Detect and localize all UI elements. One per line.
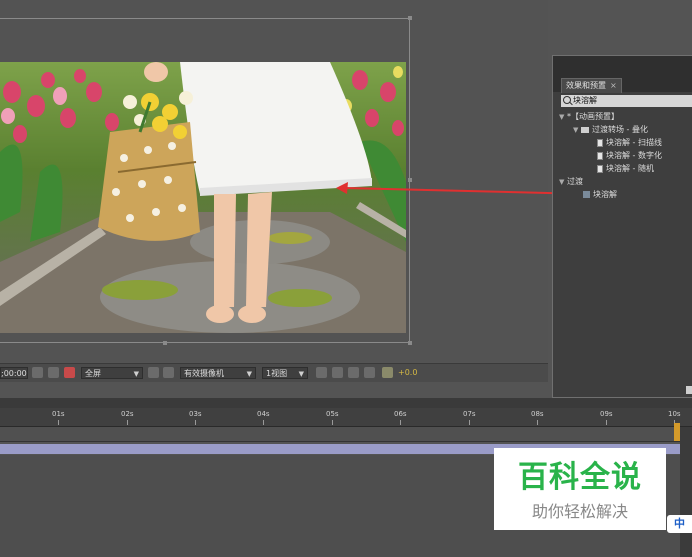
composition-viewer[interactable] xyxy=(0,0,589,362)
tick-label: 09s xyxy=(600,410,613,418)
tick-label: 08s xyxy=(531,410,544,418)
timeline-toggle-icon[interactable] xyxy=(348,367,359,378)
tick-label: 05s xyxy=(326,410,339,418)
tick-mark xyxy=(127,420,128,425)
effect-icon xyxy=(583,191,590,198)
time-ruler[interactable]: 01s 02s 03s 04s 05s 06s 07s 08s 09s 10s xyxy=(0,408,692,427)
tick-label: 07s xyxy=(463,410,476,418)
work-area-bar[interactable] xyxy=(0,427,680,442)
frame-handle-bottom[interactable] xyxy=(163,341,167,345)
tick-mark xyxy=(606,420,607,425)
tick-mark xyxy=(58,420,59,425)
preset-file-icon xyxy=(597,151,603,160)
pixel-aspect-icon[interactable] xyxy=(316,367,327,378)
exposure-icon[interactable] xyxy=(382,367,393,378)
preset-file-icon xyxy=(597,164,603,173)
tree-item-preset-random[interactable]: 块溶解 - 随机 xyxy=(597,163,654,175)
transparency-grid-icon[interactable] xyxy=(163,367,174,378)
tick-label: 03s xyxy=(189,410,202,418)
camera-select[interactable]: 有效摄像机 xyxy=(180,367,256,380)
effects-search-input[interactable]: 块溶解 xyxy=(561,95,692,107)
snapshot-camera-icon[interactable] xyxy=(32,367,43,378)
tab-label: 效果和预置 xyxy=(566,81,606,90)
disclosure-open-icon[interactable]: ▼ xyxy=(559,176,567,188)
tick-label: 01s xyxy=(52,410,65,418)
resolution-select[interactable]: 全屏 xyxy=(81,367,143,380)
disclosure-open-icon[interactable]: ▼ xyxy=(573,124,581,136)
tick-mark xyxy=(400,420,401,425)
folder-icon xyxy=(581,126,589,133)
annotation-arrow xyxy=(336,182,589,195)
tick-label: 04s xyxy=(257,410,270,418)
viewer-toolbar: ;00:00 全屏 有效摄像机 1视图 +0.0 xyxy=(0,363,548,382)
tick-label: 06s xyxy=(394,410,407,418)
watermark-title: 百科全说 xyxy=(518,460,642,495)
effects-presets-panel: 效果和预置 × 块溶解 ▼ *【动画预置】 ▼ 过渡转场 - 叠化 块溶解 - 扫描线… xyxy=(552,55,692,398)
tree-item-animation-presets[interactable]: ▼ *【动画预置】 xyxy=(559,111,619,123)
tick-label: 02s xyxy=(121,410,134,418)
tick-mark xyxy=(469,420,470,425)
watermark-subtitle: 助你轻松解决 xyxy=(531,502,628,521)
tree-item-transition-category[interactable]: ▼ 过渡 xyxy=(559,176,583,188)
tab-effects-presets[interactable]: 效果和预置 × xyxy=(561,78,622,93)
color-channel-icon[interactable] xyxy=(64,367,75,378)
preset-file-icon xyxy=(597,138,603,147)
timecode-display[interactable]: ;00:00 xyxy=(0,367,28,379)
region-of-interest-icon[interactable] xyxy=(148,367,159,378)
frame-handle-top-right[interactable] xyxy=(408,16,412,20)
exposure-value[interactable]: +0.0 xyxy=(398,367,417,379)
tick-label: 10s xyxy=(668,410,681,418)
ime-indicator[interactable]: 中 xyxy=(667,515,692,533)
tick-mark xyxy=(332,420,333,425)
fast-preview-icon[interactable] xyxy=(332,367,343,378)
tree-item-preset-digitize[interactable]: 块溶解 - 数字化 xyxy=(597,150,662,162)
close-icon[interactable]: × xyxy=(610,81,617,90)
disclosure-open-icon[interactable]: ▼ xyxy=(559,111,567,123)
frame-handle-bottom-right[interactable] xyxy=(408,341,412,345)
tick-mark xyxy=(537,420,538,425)
search-icon xyxy=(563,96,571,104)
tree-item-preset-scanline[interactable]: 块溶解 - 扫描线 xyxy=(597,137,662,149)
watermark-logo: 百科全说 助你轻松解决 xyxy=(494,448,666,530)
tick-mark xyxy=(263,420,264,425)
panel-menu-icon[interactable] xyxy=(686,386,692,394)
show-snapshot-icon[interactable] xyxy=(48,367,59,378)
search-value: 块溶解 xyxy=(573,96,597,105)
flowchart-icon[interactable] xyxy=(364,367,375,378)
timeline-side-controls[interactable] xyxy=(680,427,692,557)
tick-mark xyxy=(195,420,196,425)
timeline-header xyxy=(0,398,692,408)
tree-item-transition-dissolve-folder[interactable]: ▼ 过渡转场 - 叠化 xyxy=(573,124,648,136)
view-layout-select[interactable]: 1视图 xyxy=(262,367,308,380)
tree-item-block-dissolve-effect[interactable]: 块溶解 xyxy=(583,189,617,201)
